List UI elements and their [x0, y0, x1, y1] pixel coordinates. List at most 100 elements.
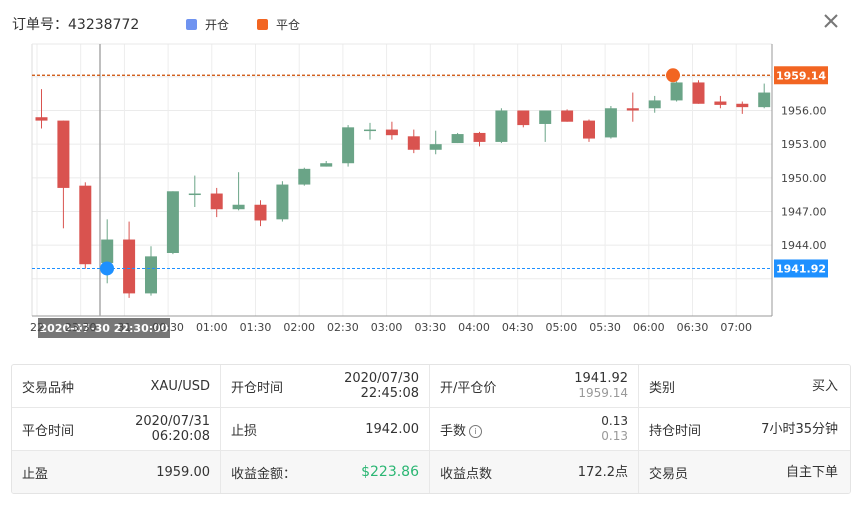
candle-body — [364, 129, 376, 132]
open-price-tag-text: 1941.92 — [776, 262, 826, 275]
close-time-value: 2020/07/31 06:20:08 — [135, 414, 210, 444]
trader-value: 自主下单 — [785, 464, 838, 480]
cell-profit-points: 收益点数 172.2点 — [430, 451, 639, 493]
open-close-price-value: 1941.92 1959.14 — [574, 371, 628, 401]
candle-body — [604, 108, 617, 138]
candle-body — [692, 82, 705, 104]
y-tick-label: 1950.00 — [781, 172, 827, 185]
x-tick-label: 23:30 — [65, 321, 97, 334]
order-number-value: 43238772 — [68, 17, 140, 33]
profit-amount-value: $223.86 — [361, 463, 419, 480]
legend-close[interactable]: 平仓 — [257, 16, 300, 33]
cell-direction: 类别 买入 — [639, 365, 848, 407]
x-tick-label: 02:00 — [283, 321, 315, 334]
x-tick-label: 31 — [117, 321, 131, 334]
candle — [429, 130, 442, 155]
y-tick-label: 1956.00 — [781, 105, 827, 118]
candle-body — [583, 120, 595, 139]
x-tick-label: 02:30 — [327, 321, 359, 334]
candle-body — [123, 239, 136, 294]
candle — [407, 129, 420, 154]
candle-body — [451, 134, 464, 144]
candle — [254, 200, 267, 227]
candle — [276, 181, 289, 222]
cell-open-time: 开仓时间 2020/07/30 22:45:08 — [221, 365, 430, 407]
cell-open-close-price: 开/平仓价 1941.92 1959.14 — [430, 365, 639, 407]
x-tick-label: 03:30 — [414, 321, 446, 334]
open-time-value: 2020/07/30 22:45:08 — [344, 371, 419, 401]
crosshair-time-text: 2020-07-30 22:30:00 — [40, 322, 169, 335]
candle — [692, 80, 705, 104]
candle — [604, 106, 617, 139]
profit-amount-label: 收益金额： — [231, 466, 297, 482]
open-close-price-label: 开/平仓价 — [440, 380, 497, 396]
candle-body — [626, 108, 639, 111]
candle-body — [57, 120, 70, 188]
order-number-label: 订单号： — [12, 17, 68, 33]
candle — [539, 110, 552, 142]
x-tick-label: 03:00 — [371, 321, 403, 334]
candle — [57, 120, 70, 229]
close-time-date: 2020/07/31 — [135, 414, 210, 429]
candle-body — [276, 184, 289, 220]
symbol-label: 交易品种 — [22, 380, 75, 396]
holding-time-value: 7小时35分钟 — [761, 421, 838, 437]
close-price-value: 1959.14 — [578, 386, 628, 400]
candle — [495, 108, 508, 144]
candle — [758, 83, 771, 109]
candle — [561, 109, 574, 122]
lots-close-value: 0.13 — [601, 429, 628, 443]
candle-body — [758, 92, 771, 108]
info-row-1: 交易品种 XAU/USD 开仓时间 2020/07/30 22:45:08 开/平仓价… — [12, 365, 850, 408]
open-time-label: 开仓时间 — [231, 380, 284, 396]
chart-legend: 开仓 平仓 — [186, 16, 328, 33]
cell-profit-amount: 收益金额： $223.86 — [221, 451, 430, 493]
direction-value: 买入 — [811, 378, 838, 394]
close-icon[interactable] — [821, 11, 841, 31]
candle-body — [35, 117, 48, 121]
candle-body — [79, 185, 92, 265]
info-icon[interactable]: i — [469, 424, 483, 438]
order-number-title: 订单号：43238772 — [12, 14, 139, 34]
symbol-value: XAU/USD — [150, 378, 210, 394]
candle — [583, 119, 595, 142]
candle — [670, 81, 683, 102]
candle — [188, 175, 201, 207]
candle-body — [320, 163, 333, 167]
candles-group — [35, 80, 771, 298]
candle-body — [407, 136, 420, 150]
legend-open[interactable]: 开仓 — [186, 16, 229, 33]
legend-close-label: 平仓 — [276, 18, 301, 32]
lots-label: 手数 — [440, 423, 467, 439]
legend-open-swatch — [186, 19, 197, 30]
open-time-clock: 22:45:08 — [360, 386, 419, 401]
close-marker — [666, 68, 680, 83]
lots-label-wrap: 手数 i — [440, 420, 483, 439]
open-time-date: 2020/07/30 — [344, 371, 419, 386]
candle — [210, 187, 223, 218]
info-row-2: 平仓时间 2020/07/31 06:20:08 止损 1942.00 手数 i 0.13… — [12, 408, 850, 451]
close-price-tag-text: 1959.14 — [776, 69, 826, 82]
candle-body — [101, 239, 114, 264]
candle — [451, 132, 464, 144]
cell-take-profit: 止盈 1959.00 — [12, 451, 221, 493]
candlestick-chart[interactable]: 1959.14 1941.92 2020-07-30 22:30:00 1956.0… — [0, 42, 865, 342]
candle — [320, 160, 333, 167]
candle — [298, 167, 311, 186]
candle-body — [342, 127, 355, 164]
profit-points-value: 172.2点 — [577, 464, 628, 480]
lots-value: 0.13 0.13 — [601, 414, 628, 444]
x-tick-label: 06:30 — [677, 321, 709, 334]
candle — [166, 191, 179, 255]
candle-body — [232, 204, 245, 210]
candle — [714, 95, 727, 109]
candle — [736, 101, 749, 114]
candle — [364, 122, 376, 140]
candle-body — [188, 193, 201, 196]
candle-body — [539, 110, 552, 124]
x-tick-label: 00:30 — [152, 321, 184, 334]
candle — [145, 246, 157, 296]
legend-open-label: 开仓 — [205, 18, 230, 32]
trader-label: 交易员 — [649, 466, 689, 482]
x-tick-label: 05:30 — [589, 321, 621, 334]
